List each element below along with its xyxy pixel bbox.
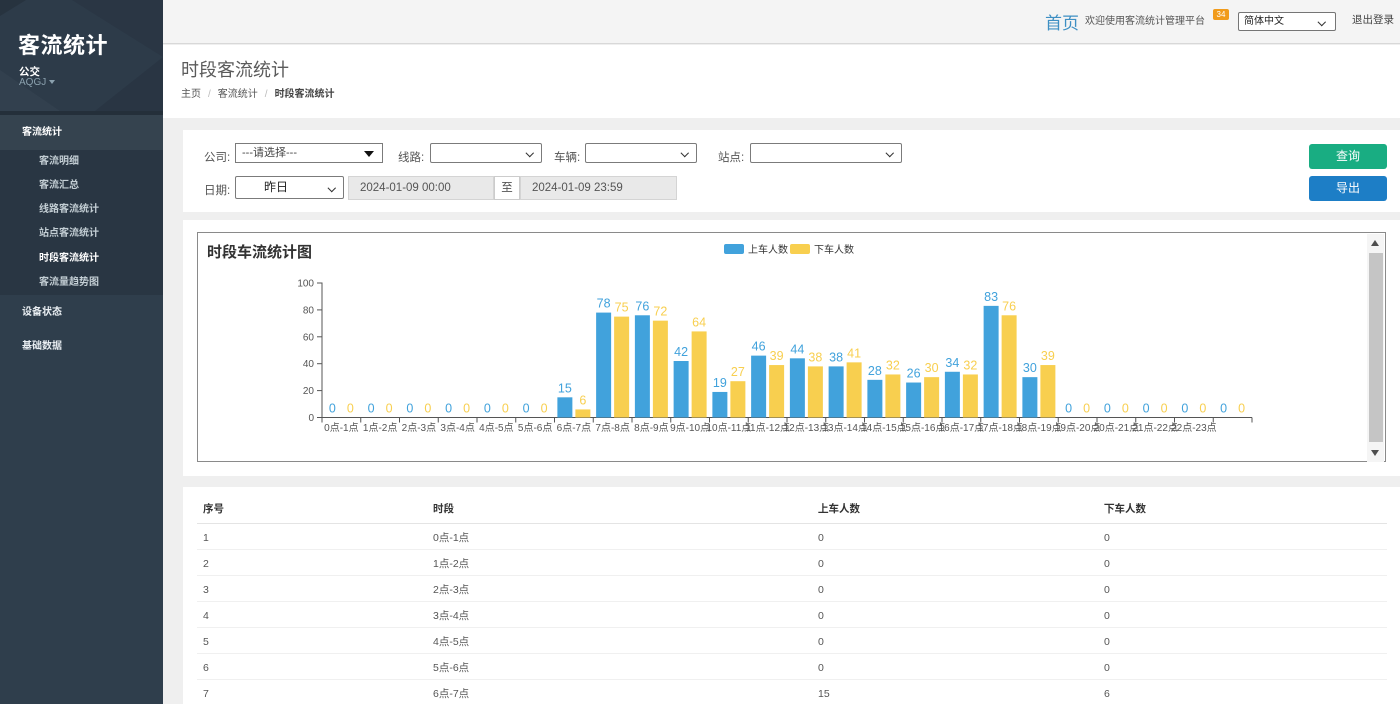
svg-text:2点-3点: 2点-3点 (402, 422, 436, 434)
svg-text:46: 46 (752, 340, 766, 354)
svg-text:0点-1点: 0点-1点 (324, 422, 358, 434)
svg-text:0: 0 (445, 402, 452, 416)
svg-text:0: 0 (1143, 402, 1150, 416)
svg-text:19: 19 (713, 376, 727, 390)
svg-text:0: 0 (424, 402, 431, 416)
svg-text:39: 39 (770, 349, 784, 363)
svg-text:76: 76 (635, 299, 649, 313)
svg-text:34: 34 (945, 356, 959, 370)
svg-text:9点-10点: 9点-10点 (670, 422, 710, 434)
svg-text:44: 44 (790, 342, 804, 356)
svg-text:20: 20 (303, 386, 315, 397)
svg-text:40: 40 (303, 359, 315, 370)
svg-text:83: 83 (984, 290, 998, 304)
svg-text:0: 0 (1083, 402, 1090, 416)
svg-text:0: 0 (523, 402, 530, 416)
svg-text:6: 6 (579, 393, 586, 407)
svg-text:75: 75 (615, 301, 629, 315)
svg-text:0: 0 (1104, 402, 1111, 416)
svg-text:0: 0 (329, 402, 336, 416)
svg-text:72: 72 (653, 305, 667, 319)
svg-text:0: 0 (1220, 402, 1227, 416)
svg-text:4点-5点: 4点-5点 (479, 422, 513, 434)
svg-text:100: 100 (297, 279, 314, 290)
svg-text:0: 0 (308, 413, 314, 424)
svg-text:0: 0 (502, 402, 509, 416)
svg-text:30: 30 (1023, 361, 1037, 375)
svg-text:0: 0 (1238, 402, 1245, 416)
svg-text:64: 64 (692, 315, 706, 329)
svg-text:0: 0 (1199, 402, 1206, 416)
svg-text:时段车流统计图: 时段车流统计图 (207, 243, 312, 261)
svg-text:41: 41 (847, 346, 861, 360)
svg-text:32: 32 (963, 359, 977, 373)
svg-text:下车人数: 下车人数 (814, 243, 854, 256)
svg-text:60: 60 (303, 332, 315, 343)
svg-text:8点-9点: 8点-9点 (634, 422, 668, 434)
svg-text:6点-7点: 6点-7点 (557, 422, 591, 434)
svg-text:38: 38 (829, 350, 843, 364)
svg-text:26: 26 (907, 367, 921, 381)
svg-text:0: 0 (1065, 402, 1072, 416)
svg-text:5点-6点: 5点-6点 (518, 422, 552, 434)
svg-text:0: 0 (406, 402, 413, 416)
svg-text:38: 38 (808, 350, 822, 364)
svg-text:上车人数: 上车人数 (748, 243, 788, 256)
svg-text:0: 0 (541, 402, 548, 416)
svg-text:0: 0 (1122, 402, 1129, 416)
svg-text:32: 32 (886, 359, 900, 373)
svg-text:1点-2点: 1点-2点 (363, 422, 397, 434)
svg-text:28: 28 (868, 364, 882, 378)
svg-text:0: 0 (484, 402, 491, 416)
svg-text:30: 30 (925, 361, 939, 375)
svg-text:0: 0 (463, 402, 470, 416)
svg-text:0: 0 (347, 402, 354, 416)
svg-text:0: 0 (368, 402, 375, 416)
svg-text:78: 78 (597, 297, 611, 311)
svg-text:0: 0 (1161, 402, 1168, 416)
svg-text:7点-8点: 7点-8点 (595, 422, 629, 434)
svg-text:15: 15 (558, 381, 572, 395)
svg-text:0: 0 (386, 402, 393, 416)
svg-text:39: 39 (1041, 349, 1055, 363)
svg-text:3点-4点: 3点-4点 (440, 422, 474, 434)
svg-text:22点-23点: 22点-23点 (1171, 422, 1217, 434)
svg-text:27: 27 (731, 365, 745, 379)
svg-text:76: 76 (1002, 299, 1016, 313)
svg-text:80: 80 (303, 305, 315, 316)
svg-text:0: 0 (1181, 402, 1188, 416)
svg-text:42: 42 (674, 345, 688, 359)
